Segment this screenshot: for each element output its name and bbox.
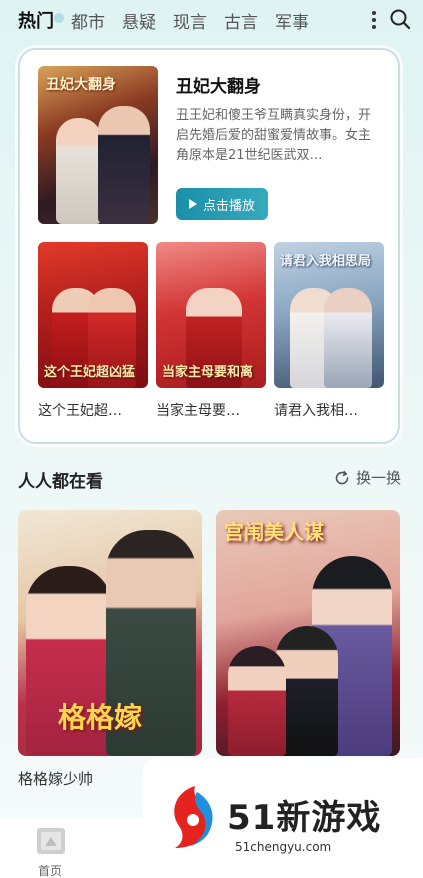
more-categories-icon[interactable] bbox=[371, 11, 377, 29]
drama-poster[interactable]: 宫闱美人谋 bbox=[216, 510, 400, 756]
tab-modern-romance[interactable]: 现言 bbox=[173, 8, 207, 33]
bottom-nav: 首页 bbox=[0, 818, 143, 878]
tab-hot[interactable]: 热门 bbox=[18, 7, 64, 33]
list-item[interactable]: 格格嫁 格格嫁少帅 bbox=[18, 510, 202, 789]
refresh-label: 换一换 bbox=[355, 469, 401, 487]
poster-caption: 请君入我相思局 bbox=[280, 254, 372, 269]
watermark-overlay: 51新游戏 51chengyu.com bbox=[143, 758, 423, 878]
tab-urban[interactable]: 都市 bbox=[71, 8, 105, 33]
drama-title[interactable]: 这个王妃超… bbox=[38, 400, 148, 420]
poster-caption: 宫闱美人谋 bbox=[224, 520, 324, 544]
list-item[interactable]: 宫闱美人谋 bbox=[216, 510, 400, 768]
featured-poster-title: 丑妃大翻身 bbox=[46, 77, 116, 93]
category-tabs: 热门 都市 悬疑 现言 古言 军事 bbox=[0, 0, 423, 40]
list-item[interactable]: 当家主母要和离 当家主母要… bbox=[156, 242, 266, 420]
list-item[interactable]: 请君入我相思局 请君入我相… bbox=[274, 242, 384, 420]
home-icon[interactable] bbox=[34, 826, 68, 856]
recommend-row: 这个王妃超凶猛 这个王妃超… 当家主母要和离 当家主母要… 请君入我相思局 请君… bbox=[38, 242, 384, 422]
search-icon[interactable] bbox=[389, 8, 411, 30]
drama-poster[interactable]: 当家主母要和离 bbox=[156, 242, 266, 388]
drama-title[interactable]: 当家主母要… bbox=[156, 400, 266, 420]
play-icon bbox=[188, 199, 197, 209]
poster-caption: 格格嫁 bbox=[58, 701, 143, 734]
tab-ancient-romance[interactable]: 古言 bbox=[224, 8, 258, 33]
tab-suspense[interactable]: 悬疑 bbox=[122, 8, 156, 33]
featured-title[interactable]: 丑妃大翻身 bbox=[176, 72, 261, 97]
drama-poster[interactable]: 这个王妃超凶猛 bbox=[38, 242, 148, 388]
featured-drama-card[interactable]: 丑妃大翻身 丑妃大翻身 丑王妃和傻王爷互瞒真实身份，开启先婚后爱的甜蜜爱情故事。… bbox=[18, 48, 400, 444]
poster-figure bbox=[324, 288, 372, 388]
featured-poster[interactable]: 丑妃大翻身 bbox=[38, 66, 158, 224]
drama-title[interactable]: 请君入我相… bbox=[274, 400, 384, 420]
list-item[interactable]: 这个王妃超凶猛 这个王妃超… bbox=[38, 242, 148, 420]
play-button-label: 点击播放 bbox=[202, 198, 255, 214]
featured-description: 丑王妃和傻王爷互瞒真实身份，开启先婚后爱的甜蜜爱情故事。女主角原本是21世纪医武… bbox=[176, 108, 372, 163]
section-title: 人人都在看 bbox=[18, 472, 103, 492]
play-button[interactable]: 点击播放 bbox=[176, 188, 268, 220]
tab-military[interactable]: 军事 bbox=[275, 8, 309, 33]
drama-poster[interactable]: 格格嫁 bbox=[18, 510, 202, 756]
poster-caption: 这个王妃超凶猛 bbox=[44, 365, 136, 380]
poster-figure bbox=[98, 106, 150, 224]
refresh-button[interactable]: 换一换 bbox=[334, 467, 401, 488]
brand-logo-icon bbox=[174, 786, 213, 848]
poster-figure bbox=[228, 646, 286, 756]
refresh-icon bbox=[335, 470, 349, 484]
poster-caption: 当家主母要和离 bbox=[162, 365, 254, 380]
watermark-url: 51chengyu.com bbox=[235, 840, 332, 854]
nav-home-label[interactable]: 首页 bbox=[38, 862, 62, 878]
drama-poster[interactable]: 请君入我相思局 bbox=[274, 242, 384, 388]
poster-figure bbox=[56, 118, 102, 224]
watermark-brand: 51新游戏 bbox=[227, 798, 382, 838]
